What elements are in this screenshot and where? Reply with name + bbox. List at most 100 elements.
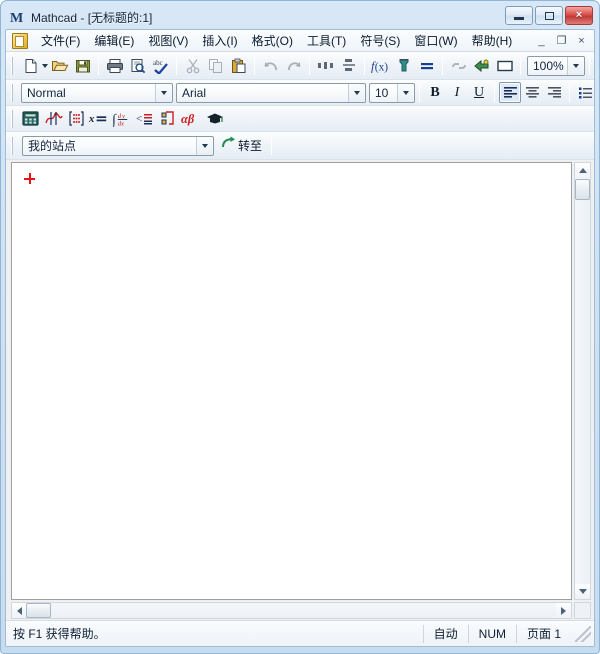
menu-window[interactable]: 窗口(W) <box>407 30 464 52</box>
mdi-close-button[interactable]: × <box>573 32 590 49</box>
insert-hyperlink-icon[interactable] <box>447 55 470 77</box>
mdi-minimize-button[interactable]: _ <box>533 32 550 49</box>
svg-text:αβ: αβ <box>181 112 195 126</box>
underline-label: U <box>473 84 485 100</box>
insert-function-icon[interactable]: f (x) <box>369 55 392 77</box>
vertical-scrollbar[interactable] <box>574 162 591 600</box>
undo-icon[interactable] <box>259 55 282 77</box>
scroll-right-arrow[interactable] <box>556 603 571 618</box>
site-dropdown-caret[interactable] <box>196 136 212 155</box>
toolbar-grip[interactable] <box>9 56 16 75</box>
svg-text:x: x <box>89 114 94 125</box>
bold-button[interactable]: B <box>424 82 446 103</box>
italic-button[interactable]: I <box>446 82 468 103</box>
insert-area-icon[interactable] <box>493 55 516 77</box>
toolbar-separator <box>176 56 177 75</box>
menu-view[interactable]: 视图(V) <box>141 30 195 52</box>
calculator-toolbar-icon[interactable] <box>19 108 42 130</box>
save-icon[interactable] <box>71 55 94 77</box>
menu-insert[interactable]: 插入(I) <box>195 30 244 52</box>
minimize-button[interactable] <box>505 6 533 25</box>
zoom-value: 100% <box>533 58 564 73</box>
menu-edit[interactable]: 编辑(E) <box>87 30 141 52</box>
svg-text:dx: dx <box>118 120 124 126</box>
paste-icon[interactable] <box>227 55 250 77</box>
symbolic-toolbar-icon[interactable] <box>203 108 226 130</box>
scroll-left-arrow[interactable] <box>12 603 27 618</box>
align-center-icon[interactable] <box>521 82 543 103</box>
paragraph-style-combo[interactable]: Normal <box>21 82 173 103</box>
redo-icon[interactable] <box>282 55 305 77</box>
open-icon[interactable] <box>48 55 71 77</box>
programming-toolbar-icon[interactable] <box>157 108 180 130</box>
copy-icon[interactable] <box>204 55 227 77</box>
goto-button[interactable]: 转至 <box>218 135 267 157</box>
worksheet-canvas[interactable] <box>11 162 572 600</box>
vertical-scroll-thumb[interactable] <box>575 179 590 200</box>
mdi-restore-button[interactable]: ❐ <box>553 32 570 49</box>
toolbar-grip[interactable] <box>9 109 16 128</box>
graph-toolbar-icon[interactable] <box>42 108 65 130</box>
insert-component-icon[interactable] <box>470 55 493 77</box>
maximize-button[interactable] <box>535 6 563 25</box>
toolbar-separator <box>569 83 570 102</box>
align-left-icon[interactable] <box>499 82 521 103</box>
toolbar-separator <box>442 56 443 75</box>
status-num-lock: NUM <box>467 624 516 643</box>
cut-icon[interactable] <box>181 55 204 77</box>
zoom-dropdown-caret[interactable] <box>567 56 583 75</box>
font-family-combo[interactable]: Arial <box>176 82 366 103</box>
maximize-icon <box>544 11 554 20</box>
svg-text:abc: abc <box>153 59 163 67</box>
font-dropdown-caret[interactable] <box>348 83 364 102</box>
svg-text:∫: ∫ <box>112 112 117 127</box>
toolbar-grip[interactable] <box>9 136 16 155</box>
menu-format[interactable]: 格式(O) <box>245 30 300 52</box>
status-page: 页面 1 <box>515 624 571 643</box>
align-right-icon[interactable] <box>543 82 565 103</box>
underline-button[interactable]: U <box>468 82 490 103</box>
font-size-combo[interactable]: 10 <box>369 82 415 103</box>
spellcheck-icon[interactable]: abc <box>149 55 172 77</box>
size-dropdown-caret[interactable] <box>397 83 413 102</box>
help-icon[interactable]: ? <box>594 55 595 77</box>
print-preview-icon[interactable] <box>126 55 149 77</box>
resource-toolbar: 我的站点 转至 <box>6 132 594 160</box>
boolean-toolbar-icon[interactable]: < <box>134 108 157 130</box>
resize-grip[interactable] <box>575 625 591 642</box>
menu-symbolics[interactable]: 符号(S) <box>353 30 407 52</box>
menu-bar: 文件(F) 编辑(E) 视图(V) 插入(I) 格式(O) 工具(T) 符号(S… <box>6 30 594 52</box>
document-icon[interactable] <box>12 32 28 49</box>
align-across-icon[interactable] <box>314 55 337 77</box>
toolbar-grip[interactable] <box>9 83 16 102</box>
style-dropdown-caret[interactable] <box>155 83 171 102</box>
mathcad-m-icon: M <box>10 11 23 26</box>
calculate-icon[interactable] <box>415 55 438 77</box>
svg-text:y: y <box>121 113 125 120</box>
toolbar-separator <box>494 83 495 102</box>
window-controls: × <box>505 6 593 25</box>
italic-label: I <box>454 84 460 100</box>
matrix-toolbar-icon[interactable] <box>65 108 88 130</box>
client-area: 文件(F) 编辑(E) 视图(V) 插入(I) 格式(O) 工具(T) 符号(S… <box>5 29 595 647</box>
site-combo[interactable]: 我的站点 <box>22 135 214 156</box>
menu-tools[interactable]: 工具(T) <box>300 30 353 52</box>
new-icon[interactable] <box>19 55 42 77</box>
insert-unit-icon[interactable] <box>392 55 415 77</box>
align-down-icon[interactable] <box>337 55 360 77</box>
toolbar-separator <box>419 83 420 102</box>
horizontal-scroll-thumb[interactable] <box>26 603 51 618</box>
menu-file[interactable]: 文件(F) <box>34 30 87 52</box>
evaluation-toolbar-icon[interactable]: x <box>88 108 111 130</box>
scrollbar-corner <box>574 602 591 619</box>
zoom-combo[interactable]: 100% <box>527 55 585 76</box>
menu-help[interactable]: 帮助(H) <box>465 30 520 52</box>
scroll-up-arrow[interactable] <box>575 163 590 178</box>
close-button[interactable]: × <box>565 6 593 25</box>
bullet-list-icon[interactable] <box>574 82 594 103</box>
print-icon[interactable] <box>103 55 126 77</box>
scroll-down-arrow[interactable] <box>575 584 590 599</box>
horizontal-scrollbar[interactable] <box>11 602 572 619</box>
greek-toolbar-icon[interactable]: αβ <box>180 108 203 130</box>
calculus-toolbar-icon[interactable]: ∫ d y dx <box>111 108 134 130</box>
